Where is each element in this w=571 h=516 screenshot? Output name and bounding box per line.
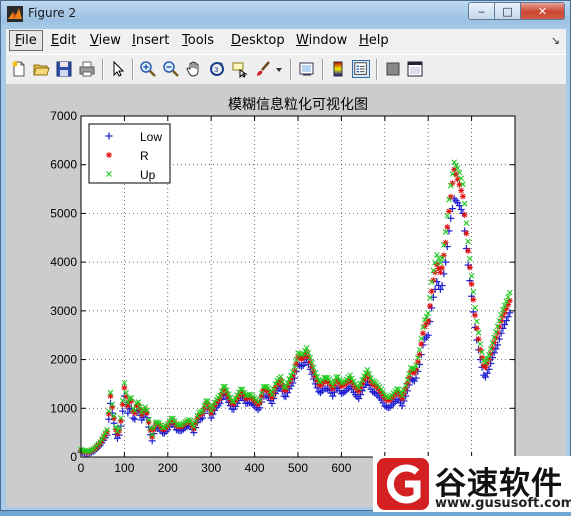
maximize-button[interactable]: □ bbox=[494, 2, 521, 20]
y-tick-label: 3000 bbox=[50, 304, 77, 318]
data-point-r bbox=[428, 288, 435, 295]
toolbar-separator bbox=[376, 59, 378, 80]
pan-hand-icon[interactable] bbox=[185, 60, 203, 78]
toolbar-separator bbox=[102, 59, 104, 80]
data-cursor-icon[interactable] bbox=[231, 60, 249, 78]
watermark-logo: 谷速软件 www.gususoft.com bbox=[373, 456, 571, 512]
data-point-r bbox=[117, 417, 124, 424]
menu-bar: File Edit View Insert Tools Desktop Wind… bbox=[6, 29, 566, 54]
legend-label: R bbox=[140, 149, 149, 163]
link-plot-icon[interactable] bbox=[298, 60, 316, 78]
data-point-r bbox=[466, 264, 473, 271]
y-tick-label: 0 bbox=[70, 450, 77, 464]
window-title: Figure 2 bbox=[28, 6, 77, 20]
title-bar[interactable]: Figure 2 ‒ □ ✕ bbox=[1, 1, 570, 27]
x-tick-label: 0 bbox=[78, 461, 85, 475]
menu-view[interactable]: View bbox=[90, 33, 121, 48]
new-figure-icon[interactable] bbox=[10, 60, 28, 78]
dock-arrow-icon[interactable]: ↘ bbox=[551, 34, 560, 47]
toolbar-separator bbox=[290, 59, 292, 80]
x-tick-label: 600 bbox=[331, 461, 351, 475]
figure-window: Figure 2 ‒ □ ✕ File Edit View Insert Too… bbox=[0, 0, 571, 512]
print-icon[interactable] bbox=[78, 60, 96, 78]
menu-tools[interactable]: Tools bbox=[182, 33, 214, 48]
hide-plot-tools-icon[interactable] bbox=[384, 60, 402, 78]
save-icon[interactable] bbox=[55, 60, 73, 78]
menu-insert[interactable]: Insert bbox=[132, 33, 169, 48]
data-point-r bbox=[463, 230, 470, 237]
data-point-r bbox=[418, 340, 425, 347]
x-tick-label: 100 bbox=[114, 461, 134, 475]
figure-client: File Edit View Insert Tools Desktop Wind… bbox=[6, 29, 566, 507]
data-point-r bbox=[419, 330, 426, 337]
data-point-r bbox=[468, 281, 475, 288]
toolbar-separator bbox=[132, 59, 134, 80]
x-tick-label: 300 bbox=[201, 461, 221, 475]
rotate-3d-icon[interactable]: 3 bbox=[208, 60, 226, 78]
minimize-button[interactable]: ‒ bbox=[468, 2, 495, 20]
data-point-r bbox=[459, 193, 466, 200]
chart-title: 模糊信息粒化可视化图 bbox=[228, 96, 368, 113]
y-tick-label: 6000 bbox=[50, 158, 77, 172]
zoom-out-icon[interactable] bbox=[162, 60, 180, 78]
brush-icon[interactable] bbox=[254, 60, 272, 78]
y-tick-label: 1000 bbox=[50, 401, 77, 415]
scatter-chart[interactable]: 0100200300400500600700800900100001000200… bbox=[6, 84, 566, 507]
data-point-r bbox=[465, 247, 472, 254]
x-tick-label: 400 bbox=[245, 461, 265, 475]
show-plot-tools-icon[interactable] bbox=[406, 60, 424, 78]
x-tick-label: 500 bbox=[288, 461, 308, 475]
insert-legend-icon[interactable] bbox=[352, 60, 370, 78]
menu-help[interactable]: Help bbox=[359, 33, 389, 48]
maximize-icon: □ bbox=[502, 4, 513, 18]
figure-canvas[interactable]: 0100200300400500600700800900100001000200… bbox=[6, 84, 566, 507]
y-tick-label: 7000 bbox=[50, 109, 77, 123]
data-point-r bbox=[426, 302, 433, 309]
menu-desktop[interactable]: Desktop bbox=[231, 33, 285, 48]
data-point-r bbox=[461, 211, 468, 218]
y-tick-label: 5000 bbox=[50, 206, 77, 220]
menu-edit[interactable]: Edit bbox=[51, 33, 76, 48]
zoom-in-icon[interactable] bbox=[139, 60, 157, 78]
legend-label: Low bbox=[140, 130, 162, 144]
menu-file[interactable]: File bbox=[9, 30, 43, 51]
matlab-logo-icon bbox=[7, 6, 23, 22]
x-tick-label: 200 bbox=[158, 461, 178, 475]
data-point-r bbox=[106, 152, 112, 158]
data-point-r bbox=[475, 336, 482, 343]
data-point-r bbox=[458, 187, 465, 194]
watermark-url: www.gususoft.com bbox=[435, 496, 571, 511]
menu-window[interactable]: Window bbox=[296, 33, 347, 48]
data-point-r bbox=[444, 224, 451, 231]
data-point-r bbox=[470, 296, 477, 303]
y-tick-label: 2000 bbox=[50, 353, 77, 367]
minimize-icon: ‒ bbox=[478, 4, 485, 18]
y-tick-label: 4000 bbox=[50, 255, 77, 269]
insert-colorbar-icon[interactable] bbox=[329, 60, 347, 78]
close-button[interactable]: ✕ bbox=[520, 2, 565, 20]
data-point-r bbox=[439, 264, 446, 271]
legend-label: Up bbox=[140, 168, 156, 182]
data-point-r bbox=[472, 312, 479, 319]
data-point-r bbox=[107, 393, 114, 400]
edit-plot-arrow-icon[interactable] bbox=[109, 60, 127, 78]
svg-text:3: 3 bbox=[214, 66, 218, 74]
open-file-icon[interactable] bbox=[32, 60, 50, 78]
figure-toolbar: 3 bbox=[6, 54, 566, 85]
toolbar-separator bbox=[322, 59, 324, 80]
close-icon: ✕ bbox=[537, 4, 548, 18]
brush-dropdown-icon[interactable] bbox=[274, 60, 284, 78]
